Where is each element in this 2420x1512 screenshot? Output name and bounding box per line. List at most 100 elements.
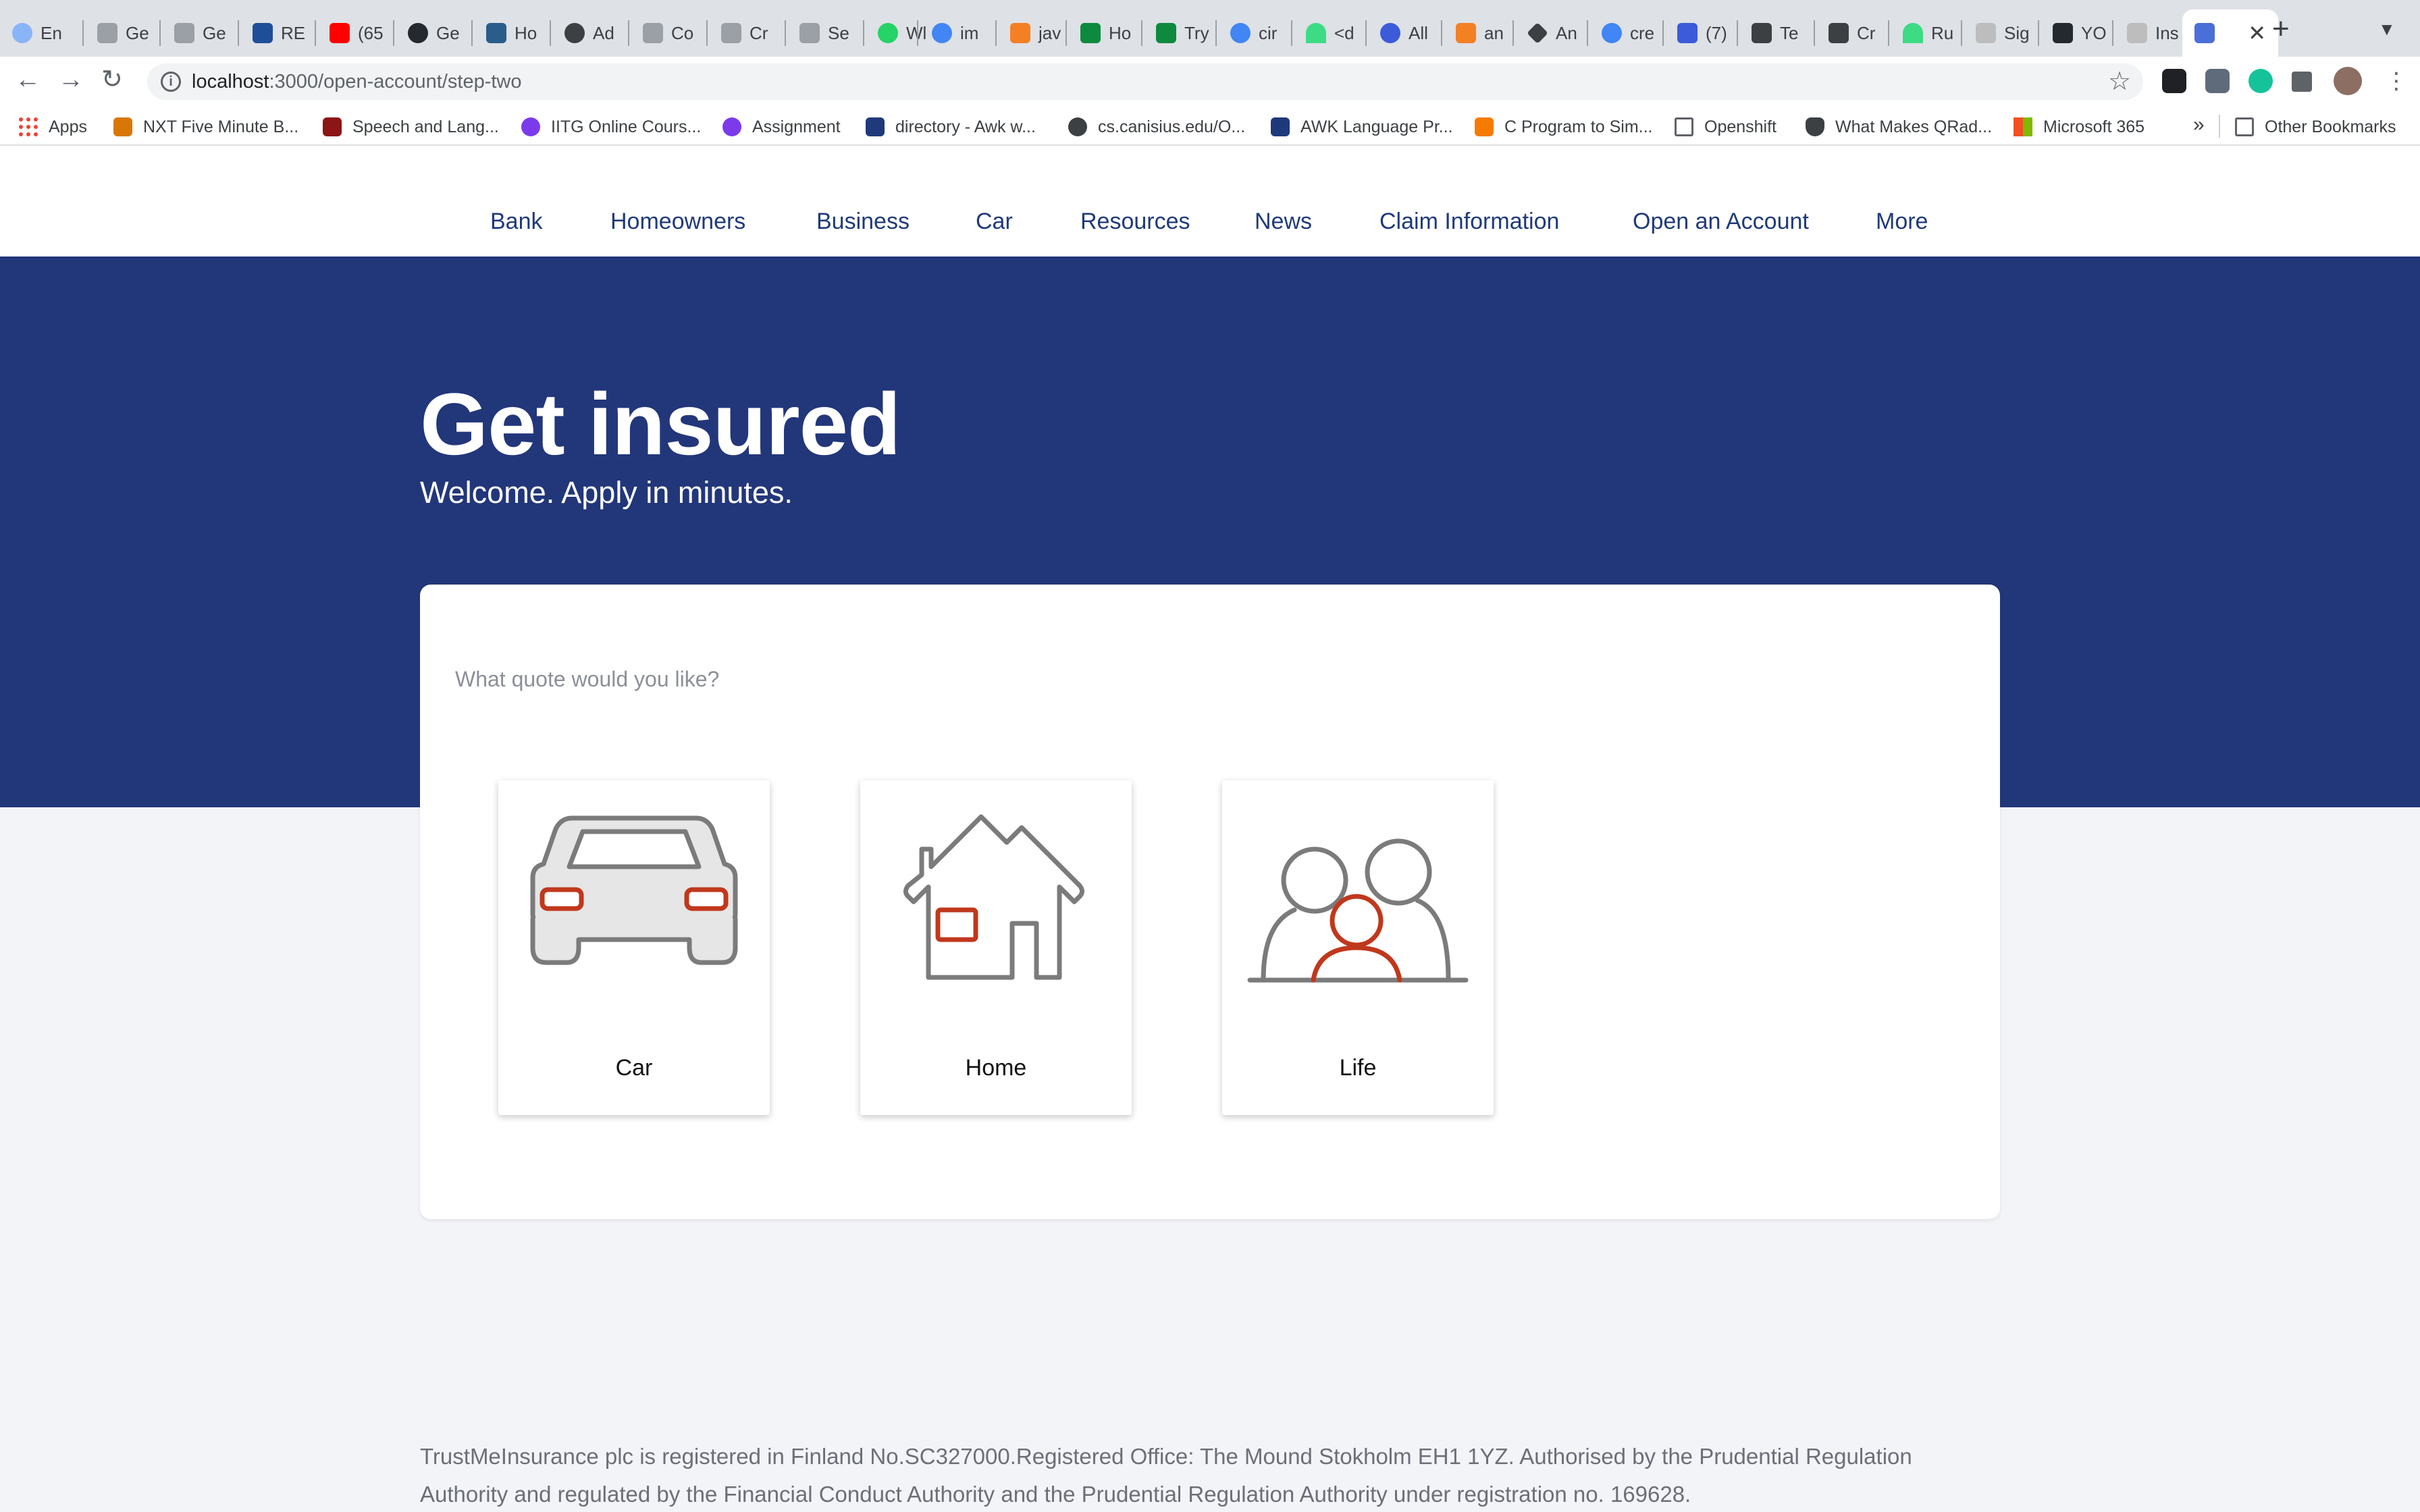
browser-tab[interactable]: Se	[787, 9, 862, 57]
tab-favicon-icon	[2127, 23, 2147, 43]
tab-favicon-icon	[1156, 23, 1176, 43]
bookmark-apps[interactable]: Apps	[19, 115, 87, 139]
grammarly-icon[interactable]	[2248, 69, 2273, 93]
tab-separator	[1291, 20, 1292, 46]
bookmark-item[interactable]: NXT Five Minute B...	[113, 115, 298, 139]
browser-tab[interactable]: Ge	[162, 9, 236, 57]
browser-tab[interactable]: Ge	[85, 9, 158, 57]
browser-tab-active[interactable]: ✕	[2182, 9, 2278, 57]
tab-separator	[863, 20, 864, 46]
tab-favicon-icon	[1306, 23, 1326, 43]
apps-grid-icon	[19, 117, 38, 136]
browser-tab[interactable]: (65	[317, 9, 392, 57]
tab-separator	[1888, 20, 1889, 46]
bookmark-folder[interactable]: Openshift	[1675, 115, 1777, 139]
tab-separator	[995, 20, 997, 46]
reload-icon[interactable]: ↻	[101, 65, 123, 94]
tab-title: An	[1556, 22, 1577, 43]
nav-open-an-account[interactable]: Open an Account	[1633, 207, 1809, 236]
puzzle-extensions-icon[interactable]	[2292, 72, 2312, 92]
browser-tab[interactable]: <d	[1294, 9, 1368, 57]
bookmark-favicon-icon	[113, 117, 132, 136]
browser-tab[interactable]: (7)	[1665, 9, 1739, 57]
browser-tab[interactable]: cir	[1218, 9, 1292, 57]
browser-tab[interactable]: RE	[240, 9, 313, 57]
quote-option-home[interactable]: Home	[860, 780, 1132, 1115]
other-bookmarks-folder[interactable]: Other Bookmarks	[2235, 115, 2396, 139]
tab-favicon-icon	[253, 23, 273, 43]
tab-title: an	[1484, 22, 1504, 43]
extension-icon[interactable]	[2162, 69, 2186, 93]
tab-separator	[82, 20, 84, 46]
bookmark-item[interactable]: What Makes QRad...	[1806, 115, 1992, 139]
forward-arrow-icon[interactable]: →	[58, 65, 84, 94]
tab-favicon-icon	[408, 23, 428, 43]
tab-separator	[1587, 20, 1588, 46]
nav-car[interactable]: Car	[976, 207, 1013, 236]
browser-menu-icon[interactable]: ⋮	[2385, 68, 2408, 94]
browser-tab[interactable]: im	[920, 9, 994, 57]
tab-title: En	[41, 22, 62, 43]
bookmark-item[interactable]: C Program to Sim...	[1475, 115, 1653, 139]
bookmark-item[interactable]: IITG Online Cours...	[521, 115, 701, 139]
tab-favicon-icon	[1976, 23, 1996, 43]
browser-tab[interactable]: cre	[1589, 9, 1664, 57]
tab-search-chevron-icon[interactable]: ▼	[2378, 19, 2396, 40]
nav-news[interactable]: News	[1255, 207, 1312, 236]
bookmark-item[interactable]: Microsoft 365	[2014, 115, 2145, 139]
bookmark-item[interactable]: cs.canisius.edu/O...	[1068, 115, 1245, 139]
tab-title: im	[960, 22, 979, 43]
browser-tab[interactable]: Ho	[1068, 9, 1141, 57]
tab-title: (65	[358, 22, 384, 43]
browser-tab[interactable]: Cr	[1816, 9, 1889, 57]
browser-tab[interactable]: Ge	[396, 9, 470, 57]
tab-favicon-icon	[1010, 23, 1030, 43]
browser-tab[interactable]: Ad	[552, 9, 627, 57]
site-info-icon[interactable]: i	[161, 72, 181, 92]
bookmark-item[interactable]: Speech and Lang...	[323, 115, 499, 139]
browser-tab[interactable]: Cr	[709, 9, 783, 57]
tab-favicon-icon	[1456, 23, 1476, 43]
url-text[interactable]: localhost:3000/open-account/step-two	[192, 69, 522, 94]
browser-tab[interactable]: Ho	[474, 9, 548, 57]
browser-tab[interactable]: jav	[998, 9, 1072, 57]
nav-homeowners[interactable]: Homeowners	[610, 207, 745, 236]
browser-tab[interactable]: Ru	[1891, 9, 1965, 57]
browser-tab[interactable]: An	[1515, 9, 1588, 57]
browser-tab[interactable]: Co	[631, 9, 705, 57]
tab-favicon-icon	[878, 23, 898, 43]
url-path: :3000/open-account/step-two	[269, 71, 522, 92]
nav-resources[interactable]: Resources	[1080, 207, 1190, 236]
profile-avatar[interactable]	[2334, 67, 2362, 95]
bookmark-item[interactable]: Assignment	[722, 115, 841, 139]
back-arrow-icon[interactable]: ←	[15, 65, 41, 94]
extension-icon[interactable]	[2205, 69, 2230, 93]
tab-title: <d	[1334, 22, 1354, 43]
browser-tab[interactable]: Sig	[1964, 9, 2038, 57]
browser-tab[interactable]: an	[1444, 9, 1518, 57]
bookmarks-overflow-icon[interactable]: »	[2193, 113, 2205, 136]
new-tab-icon[interactable]: +	[2272, 12, 2290, 46]
tab-title: (7)	[1706, 22, 1727, 43]
browser-tab[interactable]: En	[0, 9, 81, 57]
tab-title: Ge	[436, 22, 460, 43]
nav-more[interactable]: More	[1876, 207, 1928, 236]
nav-claim-information[interactable]: Claim Information	[1379, 207, 1559, 236]
browser-tab[interactable]: All	[1368, 9, 1441, 57]
tab-separator	[550, 20, 551, 46]
tab-favicon-icon	[486, 23, 506, 43]
browser-tab[interactable]: YO	[2041, 9, 2113, 57]
tab-title: Ho	[1109, 22, 1132, 43]
browser-tab[interactable]: Try	[1144, 9, 1218, 57]
browser-tab[interactable]: Te	[1739, 9, 1814, 57]
quote-option-car[interactable]: Car	[498, 780, 770, 1115]
bookmark-item[interactable]: AWK Language Pr...	[1271, 115, 1453, 139]
close-tab-icon[interactable]: ✕	[2248, 20, 2266, 46]
bookmark-item[interactable]: directory - Awk w...	[866, 115, 1036, 139]
browser-tab[interactable]: Ins	[2115, 9, 2182, 57]
tab-title: jav	[1038, 22, 1061, 43]
quote-option-life[interactable]: Life	[1222, 780, 1494, 1115]
bookmark-star-icon[interactable]: ☆	[2108, 66, 2131, 97]
nav-bank[interactable]: Bank	[490, 207, 543, 236]
nav-business[interactable]: Business	[816, 207, 910, 236]
